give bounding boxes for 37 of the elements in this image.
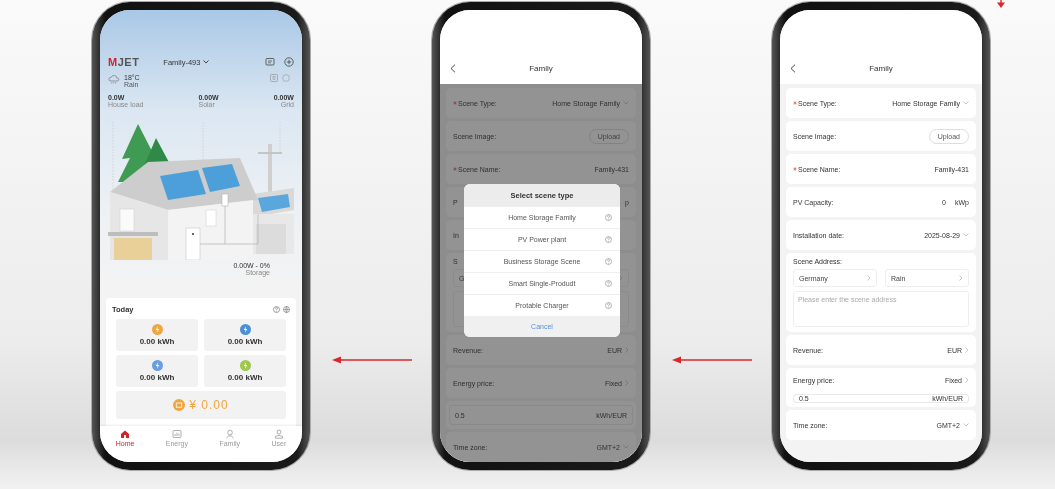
- person-icon: [224, 429, 235, 439]
- chevron-right-icon: [959, 275, 963, 281]
- wallet-icon: [173, 399, 186, 411]
- energy-value: 0.00 kWh: [227, 373, 263, 382]
- revenue-value: ¥ 0.00: [189, 398, 229, 412]
- screen-title: Family: [528, 64, 554, 73]
- help-icon[interactable]: [605, 280, 612, 287]
- user-icon: [273, 429, 284, 439]
- help-icon[interactable]: [605, 302, 612, 309]
- chart-icon: [171, 429, 182, 439]
- back-icon[interactable]: [790, 64, 796, 73]
- chevron-right-icon: [965, 377, 969, 383]
- add-icon[interactable]: [284, 57, 294, 67]
- chevron-right-icon: [867, 275, 871, 281]
- chevron-down-icon: [963, 233, 969, 237]
- energy-value: 0.00 kWh: [139, 337, 175, 346]
- square-icon[interactable]: [270, 74, 278, 82]
- help-icon[interactable]: [605, 236, 612, 243]
- circle-icon[interactable]: [282, 74, 290, 82]
- chevron-down-icon: [963, 423, 969, 427]
- chevron-right-icon: [965, 347, 969, 353]
- screen-title: Family: [868, 64, 894, 73]
- energy-value: 0.00 kWh: [139, 373, 175, 382]
- energy-value: 0.00 kWh: [227, 337, 263, 346]
- cloud-rain-icon: [108, 74, 120, 84]
- chevron-right-icon: [619, 275, 623, 281]
- help-icon[interactable]: [273, 305, 280, 313]
- help-icon[interactable]: [605, 258, 612, 265]
- chevron-down-icon: [203, 60, 210, 64]
- globe-icon[interactable]: [283, 305, 290, 313]
- logo: MJET: [108, 56, 140, 68]
- home-icon: [120, 429, 131, 439]
- help-icon[interactable]: [605, 214, 612, 221]
- back-icon[interactable]: [450, 64, 456, 73]
- message-icon[interactable]: [265, 57, 275, 67]
- arrow: [997, 0, 1005, 8]
- chevron-down-icon: [963, 101, 969, 105]
